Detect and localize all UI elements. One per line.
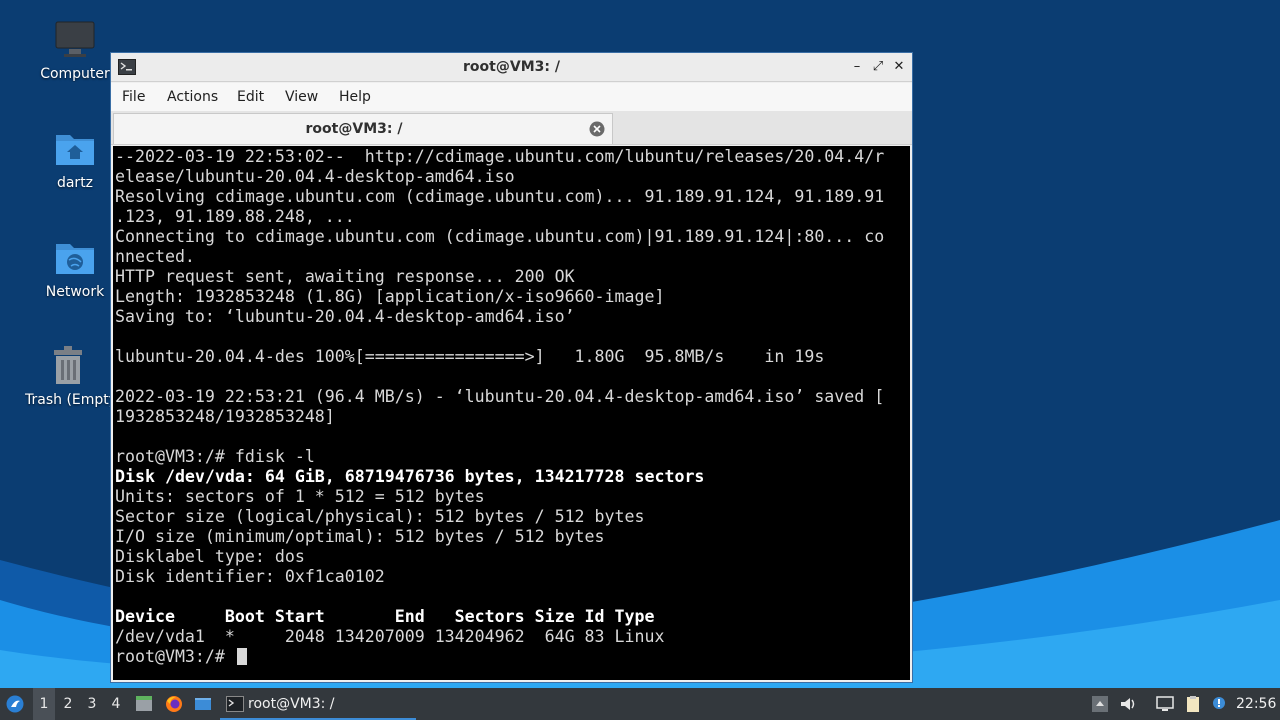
prompt-text: root@VM3:/# bbox=[115, 647, 235, 666]
terminal-line: Disk identifier: 0xf1ca0102 bbox=[115, 567, 385, 586]
firefox-icon[interactable] bbox=[165, 695, 183, 713]
terminal-line: I/O size (minimum/optimal): 512 bytes / … bbox=[115, 527, 605, 546]
home-folder-icon bbox=[56, 135, 94, 165]
terminal-line: Resolving cdimage.ubuntu.com (cdimage.ub… bbox=[115, 187, 885, 206]
workspace-2[interactable]: 2 bbox=[57, 688, 79, 720]
terminal-line: Sector size (logical/physical): 512 byte… bbox=[115, 507, 645, 526]
terminal-line: Disklabel type: dos bbox=[115, 547, 305, 566]
network-status-icon[interactable] bbox=[1156, 695, 1174, 713]
close-button[interactable]: ✕ bbox=[891, 59, 907, 75]
terminal-line: --2022-03-19 22:53:02-- http://cdimage.u… bbox=[115, 147, 885, 166]
file-manager-icon[interactable] bbox=[135, 695, 153, 713]
terminal-line: nnected. bbox=[115, 247, 195, 266]
terminal-line: Device Boot Start End Sectors Size Id Ty… bbox=[115, 607, 655, 626]
taskbar-window-button[interactable]: root@VM3: / bbox=[220, 688, 416, 720]
workspace-3[interactable]: 3 bbox=[81, 688, 103, 720]
desktop-icon-label: Trash (Empty) bbox=[25, 392, 111, 408]
taskbar: 1 2 3 4 root@VM3: / 22:56 bbox=[0, 688, 1280, 720]
trash-icon bbox=[54, 346, 82, 384]
terminal-task-icon bbox=[226, 696, 244, 712]
maximize-button[interactable]: ⤢ bbox=[870, 59, 886, 75]
terminal-line: Disk /dev/vda: 64 GiB, 68719476736 bytes… bbox=[115, 467, 705, 486]
terminal-line: root@VM3:/# fdisk -l bbox=[115, 447, 315, 466]
show-desktop-icon[interactable] bbox=[194, 695, 212, 713]
menu-view[interactable]: View bbox=[285, 83, 318, 111]
terminal-line: Connecting to cdimage.ubuntu.com (cdimag… bbox=[115, 227, 885, 246]
minimize-button[interactable]: – bbox=[849, 59, 865, 75]
window-title: root@VM3: / bbox=[463, 59, 560, 75]
terminal-line: /dev/vda1 * 2048 134207009 134204962 64G… bbox=[115, 627, 665, 646]
workspace-1[interactable]: 1 bbox=[33, 688, 55, 720]
terminal-line: elease/lubuntu-20.04.4-desktop-amd64.iso bbox=[115, 167, 515, 186]
workspace-4[interactable]: 4 bbox=[105, 688, 127, 720]
menu-edit[interactable]: Edit bbox=[237, 83, 264, 111]
tab-terminal[interactable]: root@VM3: / bbox=[113, 113, 613, 144]
terminal-line: Saving to: ‘lubuntu-20.04.4-desktop-amd6… bbox=[115, 307, 575, 326]
menu-help[interactable]: Help bbox=[339, 83, 371, 111]
desktop-icon-trash[interactable]: Trash (Empty) bbox=[25, 344, 111, 408]
menu-actions[interactable]: Actions bbox=[167, 83, 218, 111]
terminal-output[interactable]: --2022-03-19 22:53:02-- http://cdimage.u… bbox=[113, 146, 910, 680]
terminal-line: Length: 1932853248 (1.8G) [application/x… bbox=[115, 287, 665, 306]
clock[interactable]: 22:56 bbox=[1236, 688, 1276, 720]
menu-file[interactable]: File bbox=[122, 83, 145, 111]
terminal-line: .123, 91.189.88.248, ... bbox=[115, 207, 355, 226]
terminal-line: 1932853248/1932853248] bbox=[115, 407, 335, 426]
clipboard-icon[interactable] bbox=[1184, 695, 1202, 713]
terminal-line: HTTP request sent, awaiting response... … bbox=[115, 267, 575, 286]
text-cursor bbox=[236, 648, 247, 665]
terminal-prompt-line: root@VM3:/# bbox=[115, 647, 884, 667]
computer-icon bbox=[55, 21, 95, 57]
menu-bar: File Actions Edit View Help bbox=[111, 83, 912, 111]
tab-label: root@VM3: / bbox=[305, 121, 403, 137]
network-folder-icon bbox=[56, 244, 94, 274]
terminal-line: lubuntu-20.04.4-des 100%[===============… bbox=[115, 347, 825, 366]
terminal-window: root@VM3: / – ⤢ ✕ File Actions Edit View… bbox=[110, 52, 913, 683]
terminal-line: Units: sectors of 1 * 512 = 512 bytes bbox=[115, 487, 485, 506]
taskbar-window-label: root@VM3: / bbox=[248, 696, 335, 712]
terminal-line: 2022-03-19 22:53:21 (96.4 MB/s) - ‘lubun… bbox=[115, 387, 885, 406]
tab-close-icon[interactable] bbox=[589, 121, 605, 137]
window-titlebar[interactable]: root@VM3: / – ⤢ ✕ bbox=[111, 53, 912, 82]
tab-bar: root@VM3: / bbox=[111, 111, 912, 145]
tray-arrow-icon[interactable] bbox=[1091, 695, 1109, 713]
start-menu-icon[interactable] bbox=[6, 695, 24, 713]
volume-icon[interactable] bbox=[1119, 695, 1137, 713]
notification-icon[interactable] bbox=[1210, 695, 1228, 713]
